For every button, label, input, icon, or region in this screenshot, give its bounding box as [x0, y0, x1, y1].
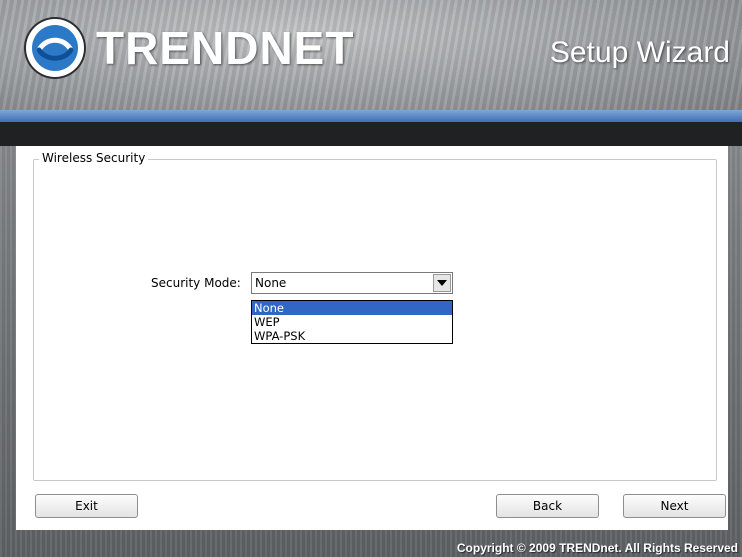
content-panel: Wireless Security Security Mode: None No…	[16, 146, 728, 530]
wireless-security-group: Wireless Security Security Mode: None No…	[33, 151, 717, 481]
back-button[interactable]: Back	[496, 494, 599, 518]
setup-wizard-window: TRENDNET Setup Wizard Wireless Security …	[0, 0, 742, 557]
wizard-title: Setup Wizard	[549, 36, 730, 69]
security-mode-select[interactable]: None	[251, 272, 453, 294]
next-button[interactable]: Next	[623, 494, 726, 518]
group-title: Wireless Security	[39, 151, 149, 165]
option-wpa-psk[interactable]: WPA-PSK	[252, 329, 452, 343]
security-mode-dropdown: None WEP WPA-PSK	[251, 300, 453, 344]
header-banner: TRENDNET Setup Wizard	[0, 0, 742, 112]
option-none[interactable]: None	[252, 301, 452, 315]
option-wep[interactable]: WEP	[252, 315, 452, 329]
security-mode-value: None	[255, 276, 287, 290]
trendnet-logo: TRENDNET	[26, 18, 354, 78]
chevron-down-icon[interactable]	[433, 274, 451, 292]
header-band	[0, 122, 742, 146]
copyright-text: Copyright © 2009 TRENDnet. All Rights Re…	[456, 541, 738, 555]
security-mode-label: Security Mode:	[151, 276, 241, 290]
trendnet-logo-icon	[26, 19, 84, 77]
brand-name: TRENDNET	[96, 22, 355, 74]
exit-button[interactable]: Exit	[35, 494, 138, 518]
accent-bar	[0, 110, 742, 122]
